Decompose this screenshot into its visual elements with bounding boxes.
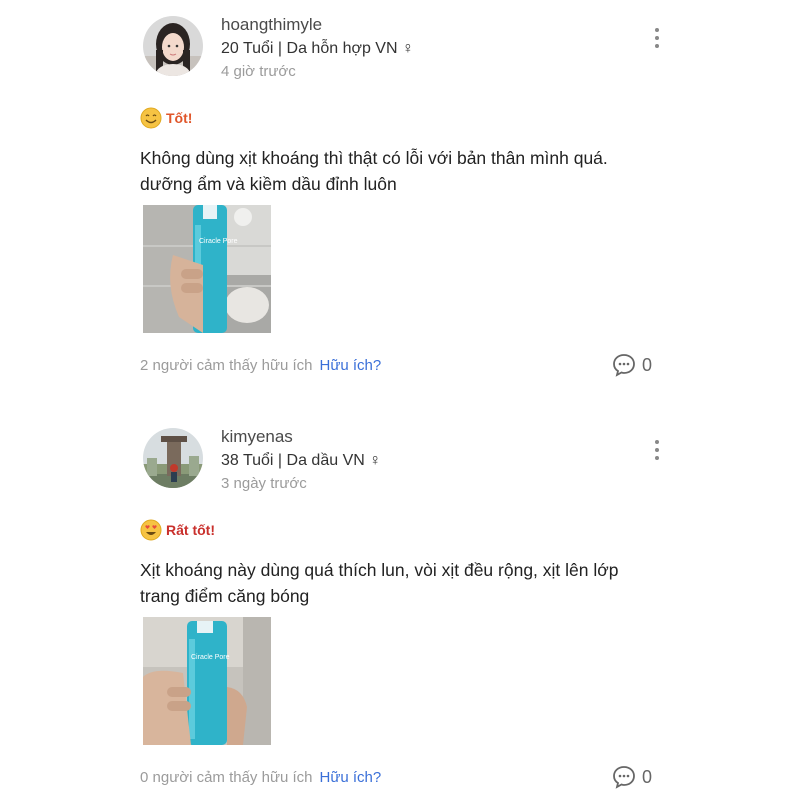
more-options-icon[interactable] [648,438,666,462]
review-text-line: Xịt khoáng này dùng quá thích lun, vòi x… [140,560,619,580]
helpful-count: 2 người cảm thấy hữu ích [140,356,313,374]
comment-button[interactable]: 0 [612,352,652,378]
rating-badge: Tốt! [140,106,192,130]
comment-icon [613,766,635,789]
timestamp: 3 ngày trước [221,475,307,492]
user-info: 38 Tuổi | Da dầu VN ♀ [221,452,382,469]
helpful-button[interactable]: Hữu ích? [320,769,382,786]
rating-badge: Rất tốt! [140,518,215,542]
review-text-line: dưỡng ẩm và kiềm dầu đỉnh luôn [140,174,397,194]
comment-button[interactable]: 0 [612,764,652,790]
helpful-button[interactable]: Hữu ích? [320,357,382,374]
avatar[interactable] [143,428,203,488]
comment-count: 0 [642,354,653,375]
review-text-line: trang điểm căng bóng [140,586,310,606]
rating-label: Tốt! [166,110,193,126]
username[interactable]: hoangthimyle [221,15,322,35]
review-list: hoangthimyle 20 Tuổi | Da hỗn hợp VN ♀ 4… [0,0,800,800]
username[interactable]: kimyenas [221,427,293,447]
photo-product-label: Ciracle Pore [199,238,238,245]
more-options-icon[interactable] [648,26,666,50]
review-text: Xịt khoáng này dùng quá thích lun, vòi x… [140,557,680,609]
review-photo[interactable]: Ciracle Pore [143,617,271,745]
comment-count: 0 [642,766,653,787]
photo-product-label: Ciracle Pore [191,654,230,661]
review-text-line: Không dùng xịt khoáng thì thật có lỗi vớ… [140,148,608,168]
smile-emoji-icon [140,107,162,129]
avatar[interactable] [143,16,203,76]
review-text: Không dùng xịt khoáng thì thật có lỗi vớ… [140,145,680,197]
comment-icon [613,354,635,377]
helpful-row: 2 người cảm thấy hữu ích Hữu ích? [140,354,381,376]
helpful-row: 0 người cảm thấy hữu ích Hữu ích? [140,766,381,788]
helpful-count: 0 người cảm thấy hữu ích [140,768,313,786]
rating-label: Rất tốt! [166,522,215,538]
heart-eyes-emoji-icon [140,519,162,541]
review-photo[interactable]: Ciracle Pore [143,205,271,333]
user-info: 20 Tuổi | Da hỗn hợp VN ♀ [221,40,414,57]
timestamp: 4 giờ trước [221,63,296,80]
